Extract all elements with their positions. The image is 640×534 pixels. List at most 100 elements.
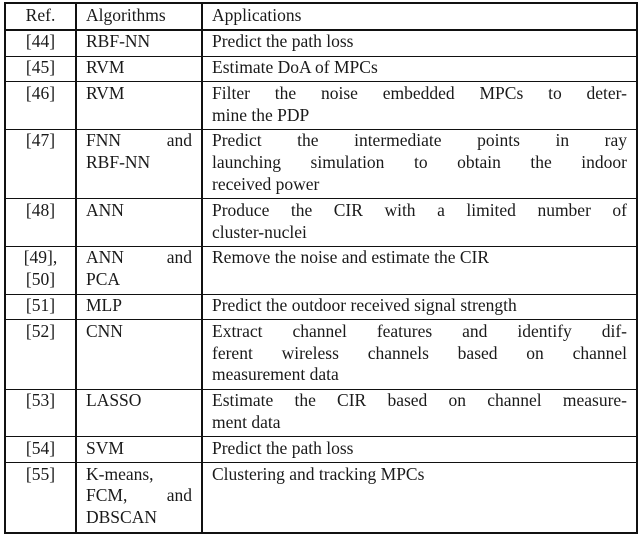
cell-algorithms: ANN: [76, 198, 203, 247]
ref-line: [45]: [25, 57, 56, 78]
cell-applications: Remove the noise and estimate the CIR: [202, 245, 637, 295]
application-line: Predict the outdoor received signal stre…: [212, 295, 517, 316]
algorithm-line: MLP: [86, 295, 122, 316]
application-line: Produce the CIR with a limited number of: [212, 199, 627, 220]
cell-ref: [52]: [5, 319, 77, 390]
spacer-line: [212, 507, 627, 529]
application-line: measurement data: [212, 364, 339, 385]
cell-ref: [51]: [5, 293, 77, 321]
column-header-applications: Applications: [202, 3, 637, 31]
cell-applications: Predict the path loss: [202, 29, 637, 57]
cell-algorithms: RBF-NN: [76, 29, 203, 57]
ref-line: [49],: [23, 247, 58, 268]
cell-ref: [49], [50]: [5, 245, 77, 295]
application-line: Clustering and tracking MPCs: [212, 463, 425, 484]
cell-applications: Extract channel features and identify di…: [202, 319, 637, 390]
ref-line: [55]: [25, 463, 56, 484]
cell-algorithms: MLP: [76, 293, 203, 321]
ref-line: [46]: [25, 82, 56, 103]
table-row: [45] RVM Estimate DoA of MPCs: [5, 55, 637, 83]
algorithm-line: RBF-NN: [86, 152, 151, 173]
application-line: Extract channel features and identify di…: [212, 320, 627, 341]
algorithm-line: ANN and: [86, 247, 192, 268]
cell-algorithms: RVM: [76, 81, 203, 130]
cell-algorithms: RVM: [76, 55, 203, 83]
cell-ref: [47]: [5, 128, 77, 200]
algorithm-line: DBSCAN: [86, 507, 157, 528]
application-line: received power: [212, 174, 320, 195]
application-line: Predict the intermediate points in ray: [212, 130, 627, 151]
algorithm-line: SVM: [86, 437, 124, 458]
cell-ref: [48]: [5, 198, 77, 247]
table-row: [46] RVM Filter the noise embedded MPCs to…: [5, 81, 637, 130]
application-line: Predict the path loss: [212, 437, 354, 458]
table-row: [53] LASSO Estimate the CIR based on chann…: [5, 388, 637, 438]
reference-table: Ref. Algorithms Applications [44] RBF-NN P…: [4, 2, 638, 534]
table-row: [48] ANN Produce the CIR with a limited nu…: [5, 198, 637, 247]
algorithm-line: LASSO: [86, 390, 142, 411]
cell-applications: Predict the intermediate points in ray la…: [202, 128, 637, 200]
cell-algorithms: LASSO: [76, 388, 203, 438]
cell-applications: Estimate the CIR based on channel measur…: [202, 388, 637, 438]
ref-line: [53]: [25, 390, 56, 411]
cell-ref: [53]: [5, 388, 77, 438]
table-row: [52] CNN Extract channel features and iden…: [5, 319, 637, 390]
cell-algorithms: FNN and RBF-NN: [76, 128, 203, 200]
cell-applications: Predict the path loss: [202, 436, 637, 464]
table-row: [55] K-means, FCM, and DBSCAN Clustering and…: [5, 462, 637, 534]
table-row: [49], [50] ANN and PCA Remove the noise and …: [5, 245, 637, 295]
algorithm-line: ANN: [86, 199, 124, 220]
cell-algorithms: SVM: [76, 436, 203, 464]
table-header: Ref. Algorithms Applications: [5, 3, 637, 31]
ref-line: [51]: [25, 295, 56, 316]
application-line: ferent wireless channels based on channe…: [212, 342, 627, 363]
column-header-algorithms: Algorithms: [76, 3, 203, 31]
application-line: Estimate DoA of MPCs: [212, 57, 378, 78]
application-line: mine the PDP: [212, 104, 310, 125]
cell-algorithms: CNN: [76, 319, 203, 390]
table-row: [54] SVM Predict the path loss: [5, 436, 637, 464]
cell-ref: [46]: [5, 81, 77, 130]
cell-applications: Produce the CIR with a limited number of…: [202, 198, 637, 247]
cell-applications: Estimate DoA of MPCs: [202, 55, 637, 83]
cell-ref: [45]: [5, 55, 77, 83]
application-line: Remove the noise and estimate the CIR: [212, 247, 490, 268]
algorithm-line: FNN and: [86, 130, 192, 151]
spacer-line: [212, 485, 627, 507]
application-line: launching simulation to obtain the indoo…: [212, 152, 627, 173]
algorithm-line: RVM: [86, 82, 125, 103]
cell-ref: [44]: [5, 29, 77, 57]
algorithm-line: FCM, and: [86, 485, 192, 506]
algorithm-line: CNN: [86, 320, 123, 341]
cell-algorithms: ANN and PCA: [76, 245, 203, 295]
spacer-line: [212, 269, 627, 291]
application-line: Predict the path loss: [212, 31, 354, 52]
ref-line: [54]: [25, 437, 56, 458]
ref-line: [44]: [25, 31, 56, 52]
application-line: ment data: [212, 412, 281, 433]
algorithm-line: RVM: [86, 57, 125, 78]
application-line: Filter the noise embedded MPCs to deter-: [212, 82, 627, 103]
cell-ref: [55]: [5, 462, 77, 534]
algorithm-line: PCA: [86, 269, 121, 290]
table-row: [44] RBF-NN Predict the path loss: [5, 29, 637, 57]
ref-line: [47]: [25, 130, 56, 151]
table-row: [51] MLP Predict the outdoor received sign…: [5, 293, 637, 321]
ref-line: [52]: [25, 320, 56, 341]
table-row: [47] FNN and RBF-NN Predict the intermediat…: [5, 128, 637, 200]
algorithm-line: K-means,: [86, 463, 154, 484]
cell-applications: Filter the noise embedded MPCs to deter-…: [202, 81, 637, 130]
column-header-ref: Ref.: [5, 3, 77, 31]
cell-applications: Clustering and tracking MPCs: [202, 462, 637, 534]
application-line: Estimate the CIR based on channel measur…: [212, 390, 627, 411]
table-header-row: Ref. Algorithms Applications: [5, 3, 637, 31]
cell-ref: [54]: [5, 436, 77, 464]
cell-algorithms: K-means, FCM, and DBSCAN: [76, 462, 203, 534]
reference-table-container: Ref. Algorithms Applications [44] RBF-NN P…: [4, 2, 638, 534]
ref-line: [50]: [25, 269, 56, 290]
ref-line: [48]: [25, 199, 56, 220]
cell-applications: Predict the outdoor received signal stre…: [202, 293, 637, 321]
algorithm-line: RBF-NN: [86, 31, 151, 52]
application-line: cluster-nuclei: [212, 221, 307, 242]
table-body: [44] RBF-NN Predict the path loss [45] RVM Es…: [5, 29, 637, 534]
